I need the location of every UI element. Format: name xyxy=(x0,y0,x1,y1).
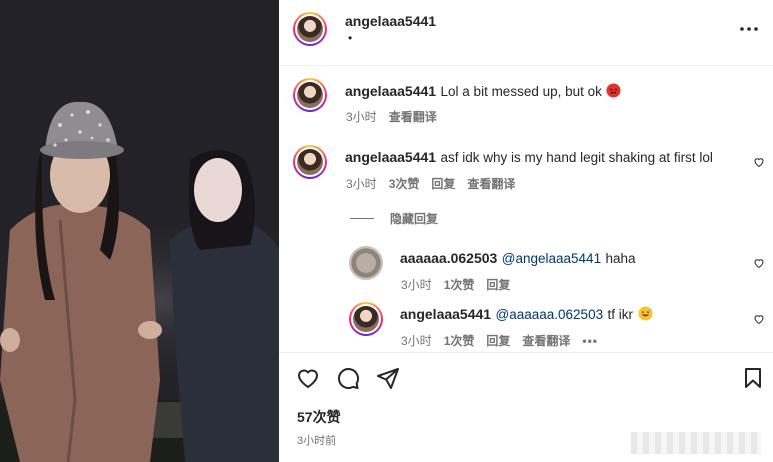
reply1-line: aaaaaa.062503 @angelaaa5441 haha xyxy=(400,250,636,268)
hide-replies-line xyxy=(350,218,374,219)
comment-text: asf idk why is my hand legit shaking at … xyxy=(440,150,713,165)
caption-username[interactable]: angelaaa5441 xyxy=(345,83,436,99)
actions-divider xyxy=(279,352,773,353)
reply2-like-heart-icon[interactable] xyxy=(753,313,765,325)
reply1-username[interactable]: aaaaaa.062503 xyxy=(400,250,497,266)
caption-translate-link[interactable]: 查看翻译 xyxy=(389,110,437,124)
reply1-meta: 3小时 1次赞 回复 xyxy=(401,276,522,293)
comment-icon[interactable] xyxy=(336,366,360,390)
post-photo xyxy=(0,0,279,462)
reply2-username[interactable]: angelaaa5441 xyxy=(400,306,491,322)
bookmark-icon[interactable] xyxy=(741,366,765,390)
grin-sweat-emoji-icon xyxy=(637,306,653,321)
comment-meta: 3小时 3次赞 回复 查看翻译 xyxy=(346,175,527,192)
heart-icon[interactable] xyxy=(296,366,320,390)
header-divider xyxy=(279,65,773,66)
reply2-avatar[interactable] xyxy=(349,302,383,336)
reply2-more-button[interactable]: ••• xyxy=(582,334,598,348)
reply2-translate-link[interactable]: 查看翻译 xyxy=(522,334,570,348)
caption-line: angelaaa5441 Lol a bit messed up, but ok xyxy=(345,83,621,101)
post-media[interactable] xyxy=(0,0,279,462)
reply1-avatar[interactable] xyxy=(349,246,383,280)
likes-count[interactable]: 57次赞 xyxy=(297,407,341,427)
send-icon[interactable] xyxy=(376,366,400,390)
reply2-mention[interactable]: @aaaaaa.062503 xyxy=(496,307,604,322)
reply1-reply-button[interactable]: 回复 xyxy=(486,278,510,292)
hide-replies-button[interactable]: 隐藏回复 xyxy=(350,210,438,227)
comment-translate-link[interactable]: 查看翻译 xyxy=(467,177,515,191)
more-horizontal-icon[interactable] xyxy=(737,17,761,41)
reply1-text: haha xyxy=(605,251,636,266)
reply2-likes[interactable]: 1次赞 xyxy=(444,334,475,348)
reply1-like-heart-icon[interactable] xyxy=(753,257,765,269)
hide-replies-label: 隐藏回复 xyxy=(390,212,439,226)
caption-time: 3小时 xyxy=(346,110,377,124)
reply2-meta: 3小时 1次赞 回复 查看翻译 ••• xyxy=(401,332,610,349)
reply2-reply-button[interactable]: 回复 xyxy=(486,334,510,348)
reply2-line: angelaaa5441 @aaaaaa.062503 tf ikr xyxy=(400,306,653,324)
reply2-text: tf ikr xyxy=(607,307,634,322)
post-time: 3小时前 xyxy=(297,435,337,447)
comment-username[interactable]: angelaaa5441 xyxy=(345,149,436,165)
caption-avatar[interactable] xyxy=(293,78,327,112)
comment-time: 3小时 xyxy=(346,177,377,191)
comment-line: angelaaa5441 asf idk why is my hand legi… xyxy=(345,149,713,167)
comment-likes[interactable]: 3次赞 xyxy=(389,177,420,191)
angry-emoji-icon xyxy=(606,83,621,98)
header-subtitle: • xyxy=(348,31,353,45)
watermark xyxy=(631,432,761,454)
reply1-likes[interactable]: 1次赞 xyxy=(444,278,475,292)
reply1-time: 3小时 xyxy=(401,278,432,292)
header-avatar[interactable] xyxy=(293,12,327,46)
header-username[interactable]: angelaaa5441 xyxy=(345,13,436,29)
comment-like-heart-icon[interactable] xyxy=(753,156,765,168)
caption-meta: 3小时 查看翻译 xyxy=(346,108,449,125)
comment-avatar[interactable] xyxy=(293,145,327,179)
comment-reply-button[interactable]: 回复 xyxy=(431,177,455,191)
reply1-mention[interactable]: @angelaaa5441 xyxy=(502,251,601,266)
post-panel: angelaaa5441 • angelaaa5441 Lol a bit me… xyxy=(279,0,773,462)
caption-text: Lol a bit messed up, but ok xyxy=(440,84,602,99)
reply2-time: 3小时 xyxy=(401,334,432,348)
